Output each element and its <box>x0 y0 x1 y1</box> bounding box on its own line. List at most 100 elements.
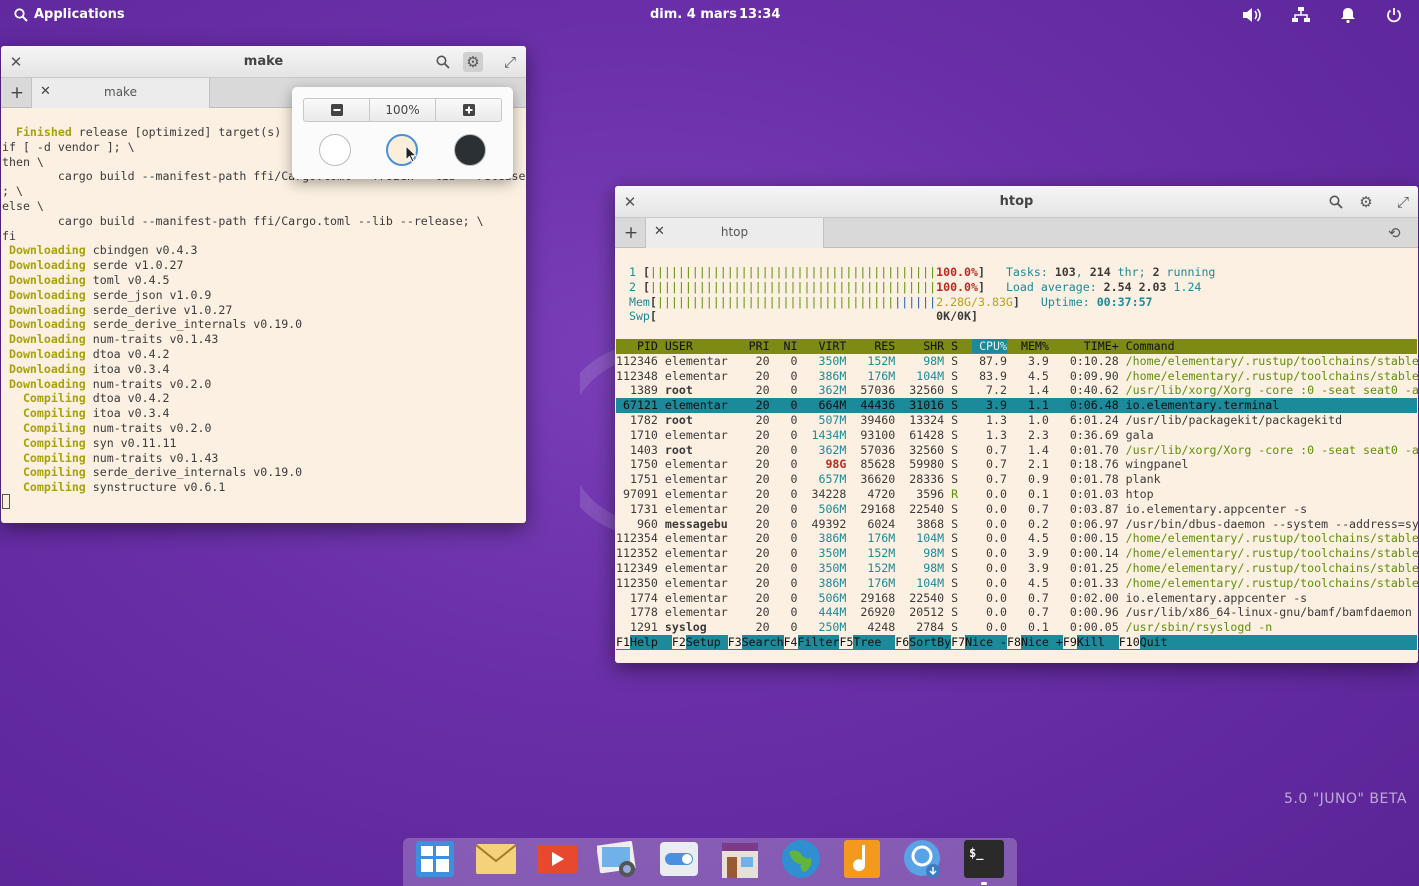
process-cell: 6:01.24 <box>1055 413 1119 427</box>
process-row[interactable]: 1782 root 20 0 507M 39460 13324 S 1.3 1.… <box>616 413 1417 428</box>
process-row[interactable]: 97091 elementar 20 0 34228 4720 3596 R 0… <box>616 487 1417 502</box>
function-key-label[interactable]: Kill <box>1077 635 1119 649</box>
column-header[interactable]: NI <box>777 339 798 353</box>
applications-menu[interactable]: Applications <box>14 7 125 22</box>
process-cell: 20 <box>741 501 770 516</box>
scheme-dark-swatch[interactable] <box>454 134 486 166</box>
column-header[interactable]: PRI <box>742 339 770 353</box>
process-cell: 444M <box>804 605 847 620</box>
column-header[interactable]: S <box>951 339 965 353</box>
zoom-in-button[interactable] <box>436 99 501 121</box>
function-key-label[interactable]: Nice + <box>1021 635 1063 649</box>
installer-icon[interactable] <box>901 838 945 880</box>
column-header[interactable]: SHR <box>902 339 944 353</box>
videos-icon[interactable] <box>535 838 579 880</box>
htop-titlebar[interactable]: ✕ htop ⚙ ⤢ <box>615 186 1418 218</box>
process-row[interactable]: 112349 elementar 20 0 350M 152M 98M S 0.… <box>616 561 1419 576</box>
function-key[interactable]: F2 <box>671 635 686 649</box>
system-settings-icon[interactable] <box>657 838 701 880</box>
mail-icon[interactable] <box>474 838 518 880</box>
appcenter-icon[interactable] <box>718 838 762 880</box>
function-key-label[interactable]: Search <box>742 635 784 649</box>
function-key-label[interactable]: Filter <box>798 635 840 649</box>
process-cell: syslog <box>664 620 735 635</box>
music-icon[interactable] <box>840 838 884 880</box>
column-header[interactable]: VIRT <box>805 339 846 353</box>
process-row[interactable]: 112352 elementar 20 0 350M 152M 98M S 0.… <box>616 546 1419 561</box>
tab-make[interactable]: ✕ make <box>31 78 210 108</box>
process-row[interactable]: 67121 elementar 20 0 664M 44436 31016 S … <box>616 398 1417 413</box>
process-row[interactable]: 1403 root 20 0 362M 57036 32560 S 0.7 1.… <box>616 443 1419 458</box>
column-header[interactable]: TIME+ <box>1056 339 1119 353</box>
new-tab-button[interactable]: + <box>7 83 27 103</box>
process-row[interactable]: 960 messagebu 20 0 49392 6024 3868 S 0.0… <box>616 516 1419 532</box>
function-key[interactable]: F10 <box>1118 635 1140 649</box>
function-key[interactable]: F9 <box>1062 635 1077 649</box>
maximize-icon[interactable]: ⤢ <box>1393 192 1413 212</box>
function-key-label[interactable]: Tree <box>853 635 895 649</box>
process-row[interactable]: 1710 elementar 20 0 1434M 93100 61428 S … <box>616 428 1417 443</box>
column-header[interactable]: RES <box>853 339 895 353</box>
column-header[interactable]: USER <box>665 339 735 353</box>
terminal-running-indicator <box>981 882 987 885</box>
process-row[interactable]: 112354 elementar 20 0 386M 176M 104M S 0… <box>616 531 1419 546</box>
function-key[interactable]: F8 <box>1007 635 1021 649</box>
tab-htop[interactable]: ✕ htop <box>645 218 824 248</box>
process-cell: 3868 <box>902 516 945 531</box>
process-cell: 0.0 <box>972 516 1007 531</box>
terminal-icon[interactable]: $_ <box>962 838 1006 880</box>
function-key-label[interactable]: Quit <box>1140 635 1182 649</box>
search-icon[interactable] <box>433 52 453 72</box>
process-row[interactable]: 1389 root 20 0 362M 57036 32560 S 7.2 1.… <box>616 383 1419 398</box>
function-key[interactable]: F4 <box>783 635 798 649</box>
new-tab-button[interactable]: + <box>621 223 641 243</box>
column-header[interactable]: MEM% <box>1014 339 1049 353</box>
zoom-out-button[interactable] <box>304 99 370 121</box>
function-key[interactable]: F3 <box>727 635 742 649</box>
process-row[interactable]: 1778 elementar 20 0 444M 26920 20512 S 0… <box>616 605 1417 620</box>
panel-time[interactable]: 13:34 <box>739 7 780 22</box>
search-icon[interactable] <box>1326 192 1346 212</box>
function-key-label[interactable]: Setup <box>686 635 728 649</box>
maximize-icon[interactable]: ⤢ <box>500 52 520 72</box>
web-browser-icon[interactable] <box>779 838 823 880</box>
photos-icon[interactable] <box>596 838 640 880</box>
settings-gear-icon[interactable]: ⚙ <box>463 52 483 72</box>
multitasking-view-icon[interactable] <box>413 838 457 880</box>
history-icon[interactable]: ⟲ <box>1388 224 1401 242</box>
process-row[interactable]: 112348 elementar 20 0 386M 176M 104M S 8… <box>616 369 1419 384</box>
panel-date[interactable]: dim. 4 mars <box>650 7 737 22</box>
function-key[interactable]: F1 <box>616 635 630 649</box>
column-header[interactable]: Command <box>1119 339 1175 353</box>
network-icon[interactable] <box>1290 5 1312 25</box>
scheme-light-swatch[interactable] <box>319 134 351 166</box>
power-icon[interactable] <box>1383 5 1405 25</box>
function-key[interactable]: F6 <box>895 635 910 649</box>
column-header[interactable]: PID <box>616 339 658 353</box>
sort-column-cpu[interactable]: CPU% <box>972 339 1007 353</box>
function-key-label[interactable]: Help <box>630 635 672 649</box>
make-titlebar[interactable]: ✕ make ⚙ ⤢ <box>1 46 526 78</box>
process-row[interactable]: 112346 elementar 20 0 350M 152M 98M S 87… <box>616 354 1419 369</box>
function-key[interactable]: F5 <box>839 635 854 649</box>
process-row[interactable]: 1731 elementar 20 0 506M 29168 22540 S 0… <box>616 502 1417 517</box>
process-row[interactable]: 1751 elementar 20 0 657M 36620 28336 S 0… <box>616 472 1417 487</box>
function-key-label[interactable]: SortBy <box>909 635 951 649</box>
process-row[interactable]: 1750 elementar 20 0 98G 85628 59980 S 0.… <box>616 457 1417 472</box>
process-cell: 1731 <box>616 501 658 516</box>
process-row[interactable]: 112350 elementar 20 0 386M 176M 104M S 0… <box>616 576 1419 591</box>
volume-icon[interactable] <box>1241 5 1263 25</box>
settings-gear-icon[interactable]: ⚙ <box>1356 192 1376 212</box>
function-key-label[interactable]: Nice - <box>965 635 1007 649</box>
zoom-level[interactable]: 100% <box>370 99 436 121</box>
htop-header-row[interactable]: PID USER PRI NI VIRT RES SHR S CPU% MEM%… <box>616 339 1417 354</box>
htop-meters: 1 [|||||||||||||||||||||||||||||||||||||… <box>615 265 1215 324</box>
process-cell: 85628 <box>853 457 896 472</box>
process-cell: 0:01.25 <box>1055 561 1119 575</box>
make-terminal-output[interactable]: Finished release [optimized] target(s) if… <box>2 125 526 495</box>
process-row[interactable]: 1774 elementar 20 0 506M 29168 22540 S 0… <box>616 591 1417 606</box>
notifications-icon[interactable] <box>1337 5 1359 25</box>
function-key[interactable]: F7 <box>951 635 966 649</box>
process-row[interactable]: 1291 syslog 20 0 250M 4248 2784 S 0.0 0.… <box>616 620 1417 635</box>
process-cell: /home/elementary/.rustup/toolchains/stab… <box>1125 546 1419 561</box>
